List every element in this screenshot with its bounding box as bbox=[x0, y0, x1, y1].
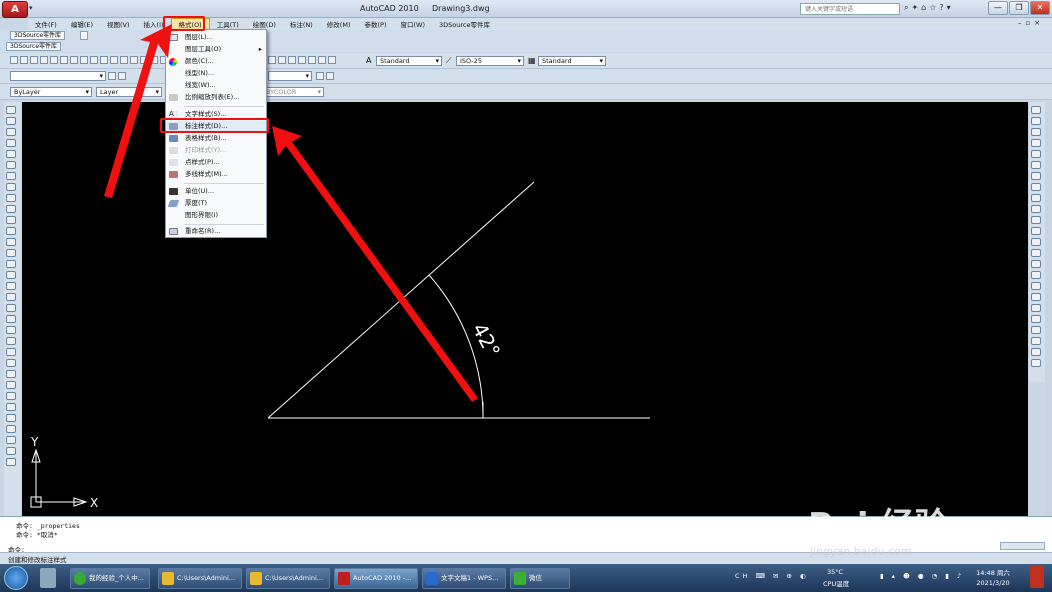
start-button[interactable] bbox=[4, 566, 28, 590]
show-desktop-button[interactable] bbox=[1030, 566, 1044, 588]
tray-icons[interactable]: CH ⌨ ✉ ⊕ ◐ bbox=[735, 572, 809, 580]
taskbar-item-wps[interactable]: 文字文稿1 - WPS... bbox=[422, 568, 506, 589]
tray-status-icons[interactable]: ▮ ▴ ☻ ● ◔ ▮ ♪ bbox=[880, 572, 964, 580]
taskbar-item-autocad[interactable]: AutoCAD 2010 -... bbox=[334, 568, 418, 589]
taskbar-item-wechat[interactable]: 微信 bbox=[510, 568, 570, 589]
pinned-app-icon[interactable] bbox=[40, 568, 56, 588]
arrow-to-menu-icon bbox=[104, 24, 172, 198]
folder-icon bbox=[162, 572, 174, 585]
taskbar-clock[interactable]: 14:48 周六 2021/3/20 bbox=[968, 568, 1018, 588]
taskbar-item-explorer-2[interactable]: C:\Users\Admini... bbox=[246, 568, 330, 589]
arrow-to-dim-style-icon bbox=[272, 126, 478, 402]
wps-icon bbox=[426, 572, 438, 585]
status-text: 创建和修改标注样式 bbox=[8, 556, 67, 564]
cpu-temperature-label: CPU温度 bbox=[823, 580, 850, 588]
command-scrollbar[interactable] bbox=[1000, 542, 1045, 550]
cpu-temperature: 35°C bbox=[827, 568, 844, 576]
command-history-line: 命令: *取消* bbox=[16, 531, 58, 539]
taskbar-item-browser[interactable]: 我的经验_个人中... bbox=[70, 568, 150, 589]
autocad-icon bbox=[338, 572, 350, 585]
folder-icon bbox=[250, 572, 262, 585]
browser-icon bbox=[74, 572, 86, 585]
watermark-logo: Bai 经验 bbox=[808, 506, 949, 546]
clock-date: 2021/3/20 bbox=[976, 579, 1010, 587]
watermark-url: jingyan.baidu.com bbox=[810, 545, 912, 558]
wechat-icon bbox=[514, 572, 526, 585]
clock-time: 14:48 周六 bbox=[976, 569, 1010, 577]
taskbar-item-explorer-1[interactable]: C:\Users\Admini... bbox=[158, 568, 242, 589]
